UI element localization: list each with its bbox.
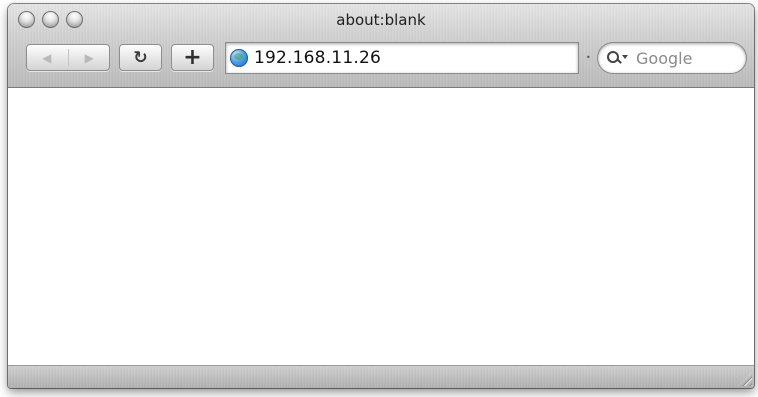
- window-title: about:blank: [336, 11, 426, 29]
- back-forward-buttons: ◀ ▶: [26, 44, 110, 71]
- close-window-button[interactable]: [18, 11, 35, 28]
- add-bookmark-button[interactable]: +: [171, 44, 214, 71]
- search-field[interactable]: Google: [598, 43, 746, 73]
- add-bookmark-icon: +: [183, 45, 202, 70]
- search-handle: [616, 58, 622, 64]
- address-bar[interactable]: 192.168.11.26: [226, 43, 578, 73]
- reload-button[interactable]: ↻: [119, 44, 162, 71]
- minimize-window-button[interactable]: [42, 11, 59, 28]
- search-menu-caret: [622, 55, 628, 59]
- status-bar: [8, 366, 754, 388]
- search-icon[interactable]: [607, 50, 629, 66]
- forward-button[interactable]: ▶: [68, 44, 110, 71]
- forward-arrow-icon: ▶: [84, 50, 94, 65]
- reload-icon: ↻: [133, 47, 148, 68]
- toolbar-resize-grip[interactable]: •: [586, 54, 591, 62]
- browser-window: about:blank ◀ ▶ ↻ + 192.168.11.26 • Goog…: [8, 4, 754, 388]
- address-text[interactable]: 192.168.11.26: [254, 48, 381, 68]
- zoom-window-button[interactable]: [66, 11, 83, 28]
- resize-corner-icon[interactable]: [738, 372, 752, 386]
- back-button[interactable]: ◀: [26, 44, 68, 71]
- globe-icon: [230, 49, 248, 67]
- page-content[interactable]: [8, 88, 754, 366]
- search-placeholder: Google: [636, 48, 693, 68]
- back-arrow-icon: ◀: [42, 50, 52, 65]
- toolbar: about:blank ◀ ▶ ↻ + 192.168.11.26 • Goog…: [8, 4, 754, 88]
